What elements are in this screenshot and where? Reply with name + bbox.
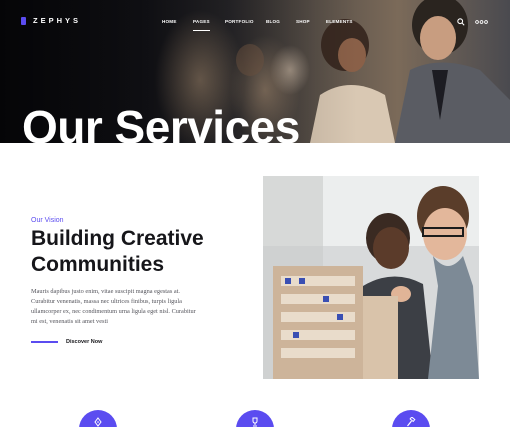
nav-item-shop[interactable]: SHOP bbox=[296, 19, 310, 24]
nav-item-elements[interactable]: ELEMENTS bbox=[326, 19, 353, 24]
logo-mark-icon bbox=[21, 16, 26, 25]
brand-name: ZEPHYS bbox=[33, 16, 82, 25]
trophy-icon bbox=[252, 417, 258, 427]
link-accent-line bbox=[31, 341, 58, 343]
nav-item-home[interactable]: HOME bbox=[162, 19, 177, 24]
discover-now-label: Discover Now bbox=[66, 339, 103, 345]
hammer-icon bbox=[407, 417, 416, 427]
team-architecture-photo bbox=[263, 176, 479, 379]
feature-icon-circle bbox=[79, 410, 117, 427]
feature-icon-circle bbox=[236, 410, 274, 427]
nav-item-portfolio[interactable]: PORTFOLIO bbox=[225, 19, 254, 24]
body-line: Mauris dapibus justo enim, vitae suscipi… bbox=[31, 288, 180, 295]
body-line: Curabitur venenatis, massa nec ultrices … bbox=[31, 298, 182, 305]
discover-now-link[interactable]: Discover Now bbox=[31, 339, 102, 345]
hero-banner: ZEPHYS HOME PAGES PORTFOLIO BLOG SHOP EL… bbox=[0, 0, 510, 143]
section-heading-line: Communities bbox=[31, 253, 165, 276]
body-line: ullamcorper ex, nec condimentum urna lig… bbox=[31, 308, 196, 315]
nav-item-blog[interactable]: BLOG bbox=[266, 19, 280, 24]
feature-icon-circle bbox=[392, 410, 430, 427]
section-body: Mauris dapibus justo enim, vitae suscipi… bbox=[31, 287, 216, 327]
section-eyebrow: Our Vision bbox=[31, 217, 64, 224]
section-heading-line: Building Creative bbox=[31, 227, 204, 250]
pen-nib-icon bbox=[94, 417, 102, 427]
brand-logo[interactable]: ZEPHYS bbox=[21, 16, 81, 25]
search-icon[interactable] bbox=[457, 18, 465, 26]
section-heading: Building Creative Communities bbox=[31, 226, 251, 278]
nav-item-pages[interactable]: PAGES bbox=[193, 19, 210, 31]
more-dots-icon[interactable] bbox=[475, 20, 488, 24]
body-line: mi est, venenatis sit amet vesti bbox=[31, 318, 108, 325]
page-title: Our Services bbox=[22, 101, 300, 143]
